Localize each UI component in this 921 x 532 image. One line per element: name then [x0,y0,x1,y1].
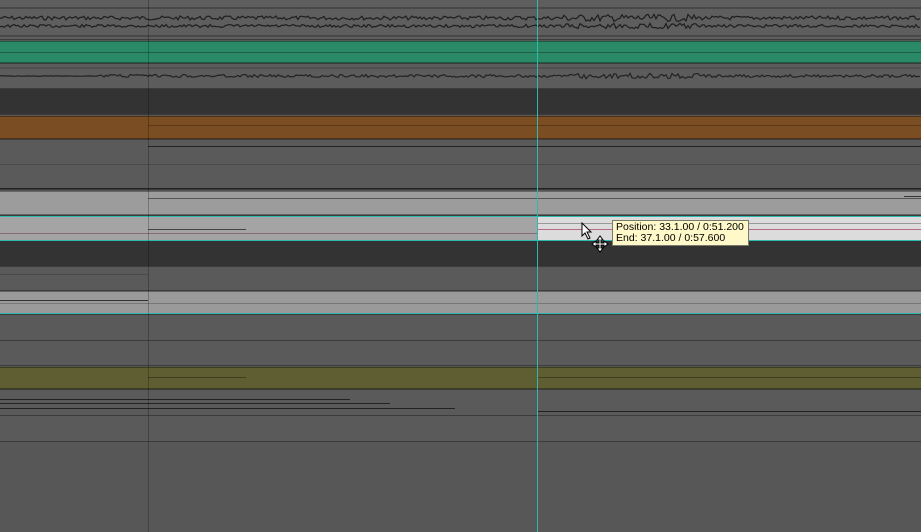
track-lane-12[interactable] [0,315,921,341]
track-lane-9[interactable] [0,241,921,267]
audio-waveform [0,7,921,37]
position-tooltip: Position: 33.1.00 / 0:51.200 End: 37.1.0… [612,220,749,246]
region-content-line [904,196,921,197]
track-lane-11[interactable] [0,291,921,315]
region-content-line [0,274,148,275]
track-lane-audio-3[interactable] [0,64,921,89]
region-grey[interactable] [0,191,921,215]
region-content-line [538,377,921,378]
track-lane-13[interactable] [0,341,921,366]
region-content-line [0,52,921,53]
track-lane-2[interactable] [0,40,921,64]
track-lane-6[interactable] [0,140,921,190]
tooltip-end-row: End: 37.1.00 / 0:57.600 [616,233,744,244]
track-lane-17[interactable] [0,442,921,532]
region-content-line [0,399,350,400]
audio-waveform-2 [0,67,921,80]
region-content-line [0,164,921,165]
region-content-line [148,229,246,230]
region-content-line [0,300,148,301]
playhead[interactable] [537,0,538,532]
region-content-line [0,403,390,404]
region-olive[interactable] [0,367,921,389]
tooltip-end-label: End: [616,232,638,244]
bar-grid-line [148,0,149,532]
region-orange[interactable] [0,116,921,139]
region-content-line [148,377,246,378]
track-lane-15[interactable] [0,390,921,416]
region-grey-2[interactable] [0,291,921,314]
region-content-line [0,408,455,409]
region-content-line [0,233,538,234]
arrange-area[interactable]: Position: 33.1.00 / 0:51.200 End: 37.1.0… [0,0,921,532]
track-lane-5[interactable] [0,115,921,140]
region-content-line [148,125,921,126]
region-content-line [148,146,921,147]
track-lane-audio-1[interactable] [0,0,921,40]
region-grey-original[interactable] [0,216,538,241]
region-content-line [148,198,921,199]
region-green[interactable] [0,41,921,63]
track-lane-4[interactable] [0,89,921,115]
region-content-line [0,188,921,189]
track-lane-16[interactable] [0,416,921,442]
track-lane-10[interactable] [0,267,921,291]
region-content-line [0,303,921,304]
tooltip-end-value: 37.1.00 / 0:57.600 [640,232,726,244]
track-lane-7[interactable] [0,190,921,216]
region-content-line [538,411,921,412]
track-lane-14[interactable] [0,366,921,390]
